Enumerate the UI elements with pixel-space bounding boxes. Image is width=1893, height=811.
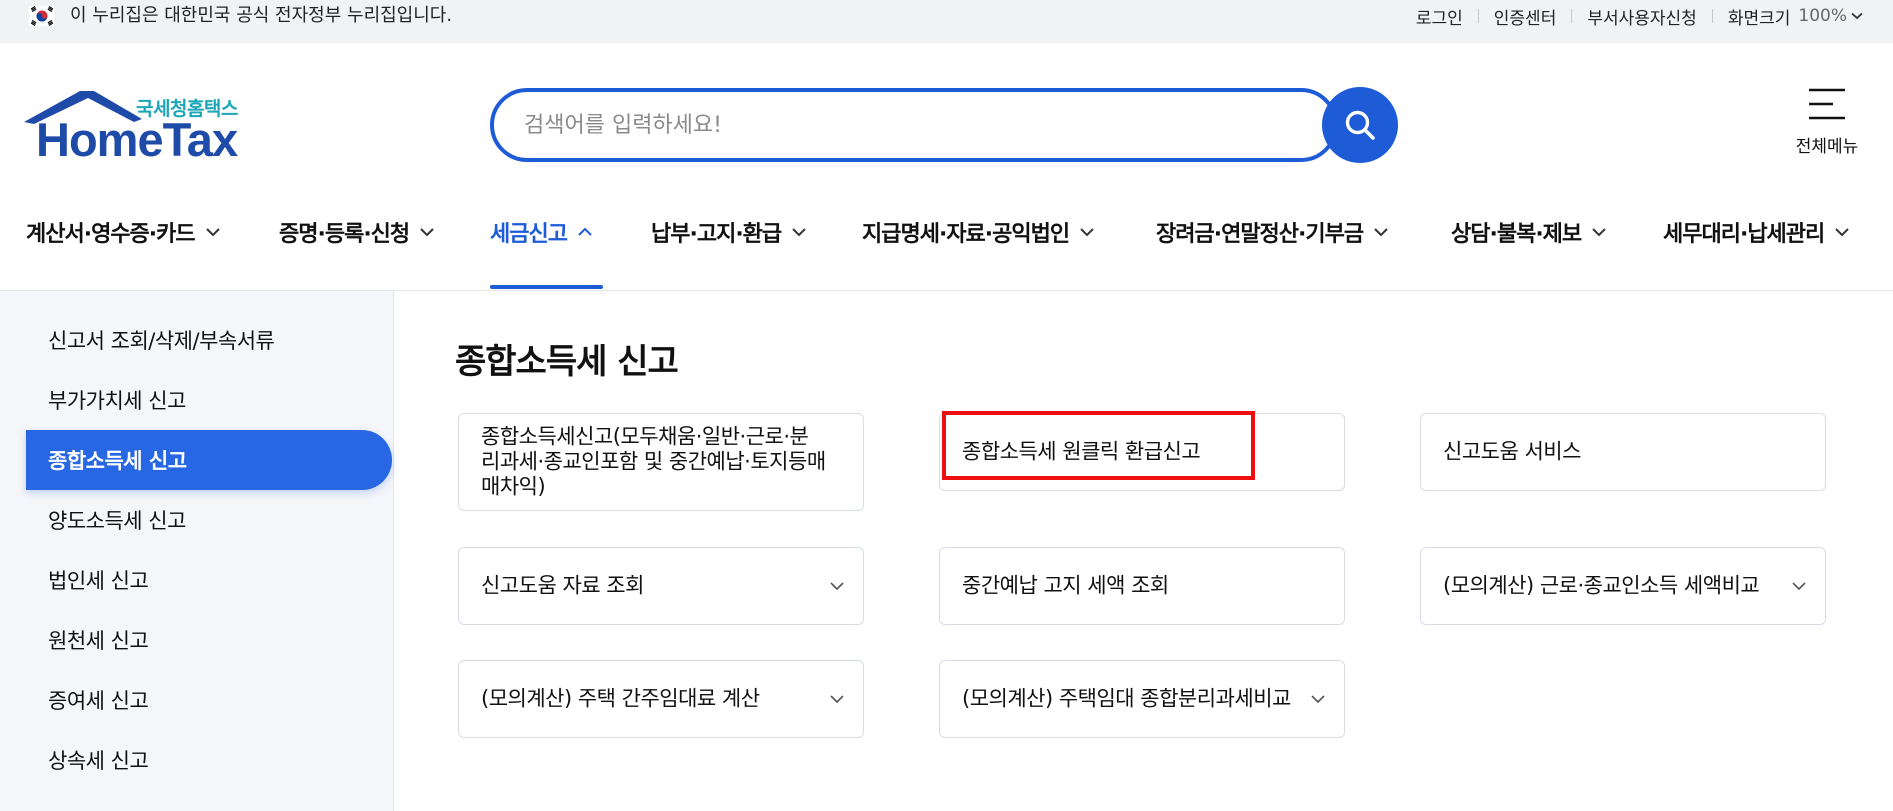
sidebar-item-label: 법인세 신고 [48, 569, 149, 593]
login-link[interactable]: 로그인 [1416, 4, 1463, 29]
sidebar-item-return-inquiry[interactable]: 신고서 조회/삭제/부속서류 [26, 310, 392, 370]
sidebar-item-label: 양도소득세 신고 [48, 509, 186, 533]
card-filing-help-service[interactable]: 신고도움 서비스 [1420, 413, 1826, 491]
chevron-down-icon [1080, 228, 1094, 237]
card-label: 중간예납 고지 세액 조회 [962, 573, 1169, 598]
card-label: (모의계산) 주택 간주임대료 계산 [481, 686, 760, 711]
sidebar-item-comprehensive-income-tax[interactable]: 종합소득세 신고 [26, 430, 392, 490]
card-comprehensive-income-filing[interactable]: 종합소득세신고(모두채움·일반·근로·분리과세·종교인포함 및 중간예납·토지등… [458, 413, 864, 511]
card-filing-help-data[interactable]: 신고도움 자료 조회 [458, 547, 864, 625]
cert-center-link[interactable]: 인증센터 [1494, 4, 1557, 29]
chevron-down-icon [420, 228, 434, 237]
main-navigation: 계산서·영수증·카드 증명·등록·신청 세금신고 납부·고지·환급 지급명세·자… [0, 200, 1893, 290]
sidebar-item-inheritance-tax[interactable]: 상속세 신고 [26, 730, 392, 790]
chevron-down-icon [1592, 228, 1606, 237]
sidebar-item-label: 상속세 신고 [48, 749, 149, 773]
chevron-down-icon [792, 228, 806, 237]
card-label: (모의계산) 주택임대 종합분리과세비교 [962, 686, 1291, 711]
all-menu-button[interactable]: 전체메뉴 [1782, 86, 1872, 166]
sidebar-item-label: 신고서 조회/삭제/부속서류 [48, 329, 275, 353]
gnb-item-label: 증명·등록·신청 [279, 222, 410, 247]
gnb-item-tax-filing[interactable]: 세금신고 [490, 212, 593, 252]
sidebar-item-vat[interactable]: 부가가치세 신고 [26, 370, 392, 430]
gnb-item-label: 납부·고지·환급 [651, 222, 782, 247]
chevron-down-icon [1851, 12, 1863, 20]
divider [1571, 9, 1573, 23]
card-label: 신고도움 서비스 [1443, 439, 1581, 464]
gnb-item-consultation-appeal[interactable]: 상담·불복·제보 [1451, 212, 1607, 252]
zoom-value: 100% [1798, 6, 1847, 26]
card-one-click-refund[interactable]: 종합소득세 원클릭 환급신고 [939, 413, 1345, 491]
sidebar-item-label: 증여세 신고 [48, 689, 149, 713]
divider [1477, 9, 1479, 23]
gnb-item-incentive-yearend[interactable]: 장려금·연말정산·기부금 [1156, 212, 1389, 252]
zoom-control[interactable]: 화면크기 100% [1728, 4, 1863, 29]
card-label: 종합소득세신고(모두채움·일반·근로·분리과세·종교인포함 및 중간예납·토지등… [481, 424, 826, 499]
chevron-down-icon [1374, 228, 1388, 237]
gnb-item-label: 상담·불복·제보 [1451, 222, 1582, 247]
hometax-logo[interactable]: 국세청홈택스 HomeTax [24, 88, 254, 166]
gnb-item-label: 계산서·영수증·카드 [26, 222, 196, 247]
gov-banner-text: 이 누리집은 대한민국 공식 전자정부 누리집입니다. [70, 5, 453, 26]
page-title: 종합소득세 신고 [455, 342, 679, 382]
chevron-down-icon [205, 228, 220, 237]
sidebar-item-label: 원천세 신고 [48, 629, 149, 653]
dept-user-apply-link[interactable]: 부서사용자신청 [1587, 4, 1696, 29]
gnb-item-payment-statement[interactable]: 지급명세·자료·공익법인 [862, 212, 1095, 252]
logo-wordmark: HomeTax [36, 113, 238, 166]
sidebar-item-withholding-tax[interactable]: 원천세 신고 [26, 610, 392, 670]
sidebar-item-corporate-tax[interactable]: 법인세 신고 [26, 550, 392, 610]
card-interim-prepayment-inquiry[interactable]: 중간예납 고지 세액 조회 [939, 547, 1345, 625]
gnb-item-payment-notice-refund[interactable]: 납부·고지·환급 [651, 212, 807, 252]
chevron-down-icon [1311, 695, 1325, 704]
chevron-up-icon [578, 227, 592, 236]
active-tab-indicator [490, 285, 603, 289]
gnb-item-label: 장려금·연말정산·기부금 [1156, 222, 1364, 247]
chevron-down-icon [1792, 582, 1806, 591]
gnb-item-certificate-registration[interactable]: 증명·등록·신청 [279, 212, 435, 252]
card-label: (모의계산) 근로·종교인소득 세액비교 [1443, 573, 1760, 598]
search-input[interactable] [524, 92, 1224, 158]
korea-flag-icon [28, 5, 56, 27]
gnb-item-invoice-receipt-card[interactable]: 계산서·영수증·카드 [26, 212, 221, 252]
sidebar-item-label: 부가가치세 신고 [48, 389, 186, 413]
gnb-item-label: 세무대리·납세관리 [1663, 222, 1825, 247]
divider [1711, 9, 1713, 23]
sidebar-item-capital-gains-tax[interactable]: 양도소득세 신고 [26, 490, 392, 550]
utility-links: 로그인 인증센터 부서사용자신청 화면크기 100% [1416, 4, 1893, 29]
search-button[interactable] [1322, 87, 1398, 163]
gov-banner: 이 누리집은 대한민국 공식 전자정부 누리집입니다. 로그인 인증센터 부서사… [0, 0, 1893, 43]
card-mock-calc-earned-religious[interactable]: (모의계산) 근로·종교인소득 세액비교 [1420, 547, 1826, 625]
chevron-down-icon [830, 695, 844, 704]
card-label: 종합소득세 원클릭 환급신고 [962, 439, 1201, 464]
gnb-item-label: 지급명세·자료·공익법인 [862, 222, 1070, 247]
search-icon [1345, 110, 1375, 140]
zoom-label: 화면크기 [1727, 8, 1791, 29]
card-mock-calc-rental-taxation[interactable]: (모의계산) 주택임대 종합분리과세비교 [939, 660, 1345, 738]
search-box [490, 88, 1338, 162]
gnb-item-tax-agent[interactable]: 세무대리·납세관리 [1663, 212, 1850, 252]
card-mock-calc-deemed-rent[interactable]: (모의계산) 주택 간주임대료 계산 [458, 660, 864, 738]
hamburger-menu-icon [1809, 88, 1845, 120]
sidebar-item-label: 종합소득세 신고 [48, 449, 187, 473]
chevron-down-icon [830, 582, 844, 591]
chevron-down-icon [1835, 228, 1849, 237]
sidebar-item-gift-tax[interactable]: 증여세 신고 [26, 670, 392, 730]
card-label: 신고도움 자료 조회 [481, 573, 644, 598]
sidebar: 신고서 조회/삭제/부속서류 부가가치세 신고 종합소득세 신고 양도소득세 신… [0, 291, 394, 811]
all-menu-label: 전체메뉴 [1795, 137, 1859, 157]
gnb-item-label: 세금신고 [490, 222, 568, 247]
